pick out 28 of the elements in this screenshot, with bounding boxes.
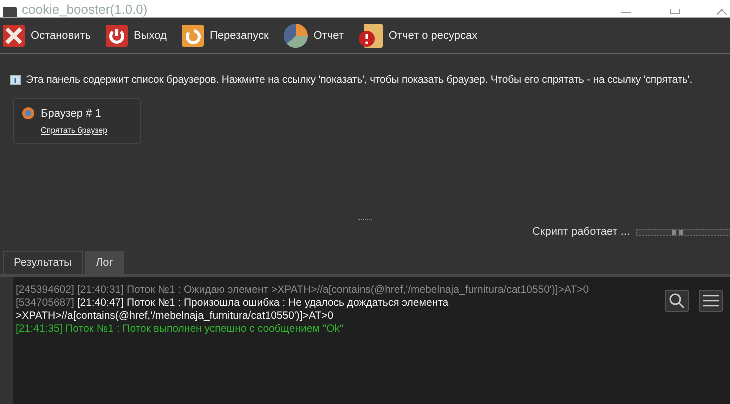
hide-browser-link[interactable]: Спрятать браузер bbox=[41, 126, 132, 135]
info-icon bbox=[10, 74, 21, 86]
menu-button[interactable] bbox=[699, 290, 723, 312]
maximize-icon[interactable] bbox=[670, 9, 680, 15]
toolbar-button[interactable]: Перезапуск bbox=[180, 24, 269, 48]
tab[interactable]: Лог bbox=[84, 251, 124, 274]
log-line: [534705687] [21:40:47] Поток №1 : Произошла ошибка : Не удалось дождаться элемента >XPATH>//a[contains(@href,'/mebelnaja_furnitura/cat10550')]>AT>0 bbox=[16, 297, 450, 323]
log-line: [245394602] [21:40:31] Поток №1 : Ожидаю элемент >XPATH>//a[contains(@href,'/mebelnaja_furnitura/cat10550')]>AT>0 bbox=[16, 284, 590, 297]
browser-name: Браузер # 1 bbox=[41, 108, 102, 120]
menu-icon bbox=[703, 295, 719, 307]
tab[interactable]: Результаты bbox=[3, 251, 83, 274]
search-icon bbox=[669, 293, 685, 309]
toolbar-button[interactable]: Отчет bbox=[282, 22, 344, 48]
search-button[interactable] bbox=[665, 290, 689, 312]
info-text: Эта панель содержит список браузеров. Нажмите на ссылку 'показать', чтобы показать браузер. Чтобы его спрятать - на ссылку 'спрятать'. bbox=[26, 74, 693, 86]
minimize-icon[interactable] bbox=[621, 12, 631, 15]
window-title: cookie_booster(1.0.0) bbox=[22, 2, 148, 17]
toolbar-button[interactable]: Остановить bbox=[2, 24, 92, 48]
document-warning-icon bbox=[358, 22, 384, 48]
cross-icon bbox=[2, 24, 26, 48]
toolbar-button[interactable]: Отчет о ресурсах bbox=[358, 22, 478, 48]
status-text: Скрипт работает ... bbox=[532, 226, 630, 238]
log-line: [21:41:35] Поток №1 : Поток выполнен успешно с сообщением "Ok" bbox=[16, 323, 345, 336]
pie-chart-icon bbox=[282, 22, 309, 48]
app-icon bbox=[2, 7, 18, 17]
power-icon bbox=[105, 24, 130, 48]
browser-icon bbox=[22, 107, 35, 120]
toolbar-button[interactable]: Выход bbox=[105, 24, 167, 48]
